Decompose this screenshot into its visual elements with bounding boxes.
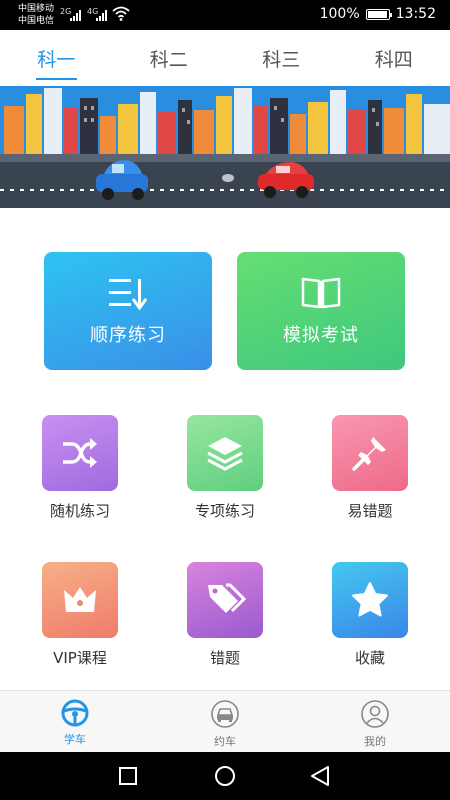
nav-book-car[interactable]: 约车 xyxy=(150,691,300,752)
back-button-icon[interactable] xyxy=(311,766,329,786)
tab-ke2[interactable]: 科二 xyxy=(113,30,226,86)
subject-tabs: 科一 科二 科三 科四 xyxy=(0,30,450,86)
vip-course-tile[interactable] xyxy=(42,562,118,638)
error-prone-tile[interactable] xyxy=(332,415,408,491)
favorites-item[interactable]: 收藏 xyxy=(315,562,425,668)
wrong-questions-item[interactable]: 错题 xyxy=(170,562,280,668)
battery-icon xyxy=(365,8,392,20)
mock-exam-label: 模拟考试 xyxy=(283,325,359,346)
city-banner-image[interactable] xyxy=(0,86,450,208)
carrier-1: 中国移动 xyxy=(18,4,55,14)
nav-book-car-label: 约车 xyxy=(214,735,236,748)
nav-profile[interactable]: 我的 xyxy=(300,691,450,752)
random-practice-label: 随机练习 xyxy=(49,502,110,520)
vip-course-item[interactable]: VIP课程 xyxy=(25,562,135,668)
recents-button-icon[interactable] xyxy=(119,767,137,785)
status-bar: 中国移动 中国电信 2G 4G 100% 13:52 xyxy=(0,0,450,30)
tags-icon xyxy=(208,583,246,613)
car-icon xyxy=(211,700,239,728)
mock-exam-button[interactable]: 模拟考试 xyxy=(237,252,405,370)
crown-icon xyxy=(64,587,96,612)
random-practice-tile[interactable] xyxy=(42,415,118,491)
favorites-label: 收藏 xyxy=(354,649,385,667)
random-practice-item[interactable]: 随机练习 xyxy=(25,415,135,521)
bottom-navigation: 学车 约车 我的 xyxy=(0,690,450,752)
wrong-questions-label: 错题 xyxy=(209,649,240,667)
tab-ke3[interactable]: 科三 xyxy=(225,30,338,86)
nav-learn-driving-label: 学车 xyxy=(64,733,86,746)
list-sort-icon xyxy=(109,279,148,311)
carrier-2: 中国电信 xyxy=(18,16,55,26)
topic-practice-tile[interactable] xyxy=(187,415,263,491)
tab-ke4[interactable]: 科四 xyxy=(338,30,450,86)
clock: 13:52 xyxy=(395,6,436,22)
layers-icon xyxy=(207,437,243,471)
pin-icon xyxy=(352,437,386,471)
topic-practice-label: 专项练习 xyxy=(194,502,255,520)
shuffle-icon xyxy=(63,438,97,468)
star-icon xyxy=(352,582,388,617)
signal-bars-2-icon xyxy=(96,9,107,21)
error-prone-item[interactable]: 易错题 xyxy=(315,415,425,521)
carrier-info: 中国移动 中国电信 xyxy=(18,3,54,27)
system-navigation-bar xyxy=(0,752,450,800)
topic-practice-item[interactable]: 专项练习 xyxy=(170,415,280,521)
sequential-practice-label: 顺序练习 xyxy=(90,325,166,346)
nav-profile-label: 我的 xyxy=(364,735,386,748)
battery-percent: 100% xyxy=(319,6,360,22)
favorites-tile[interactable] xyxy=(332,562,408,638)
open-book-icon xyxy=(301,277,341,309)
tab-ke1[interactable]: 科一 xyxy=(0,30,113,86)
nav-learn-driving[interactable]: 学车 xyxy=(0,691,150,752)
sequential-practice-button[interactable]: 顺序练习 xyxy=(44,252,212,370)
error-prone-label: 易错题 xyxy=(347,502,393,520)
steering-wheel-icon xyxy=(61,699,89,727)
user-icon xyxy=(361,700,389,728)
wrong-questions-tile[interactable] xyxy=(187,562,263,638)
home-button-icon[interactable] xyxy=(215,766,235,786)
wifi-icon xyxy=(112,6,130,21)
signal-bars-1-icon xyxy=(70,9,81,21)
vip-course-label: VIP课程 xyxy=(53,649,107,667)
